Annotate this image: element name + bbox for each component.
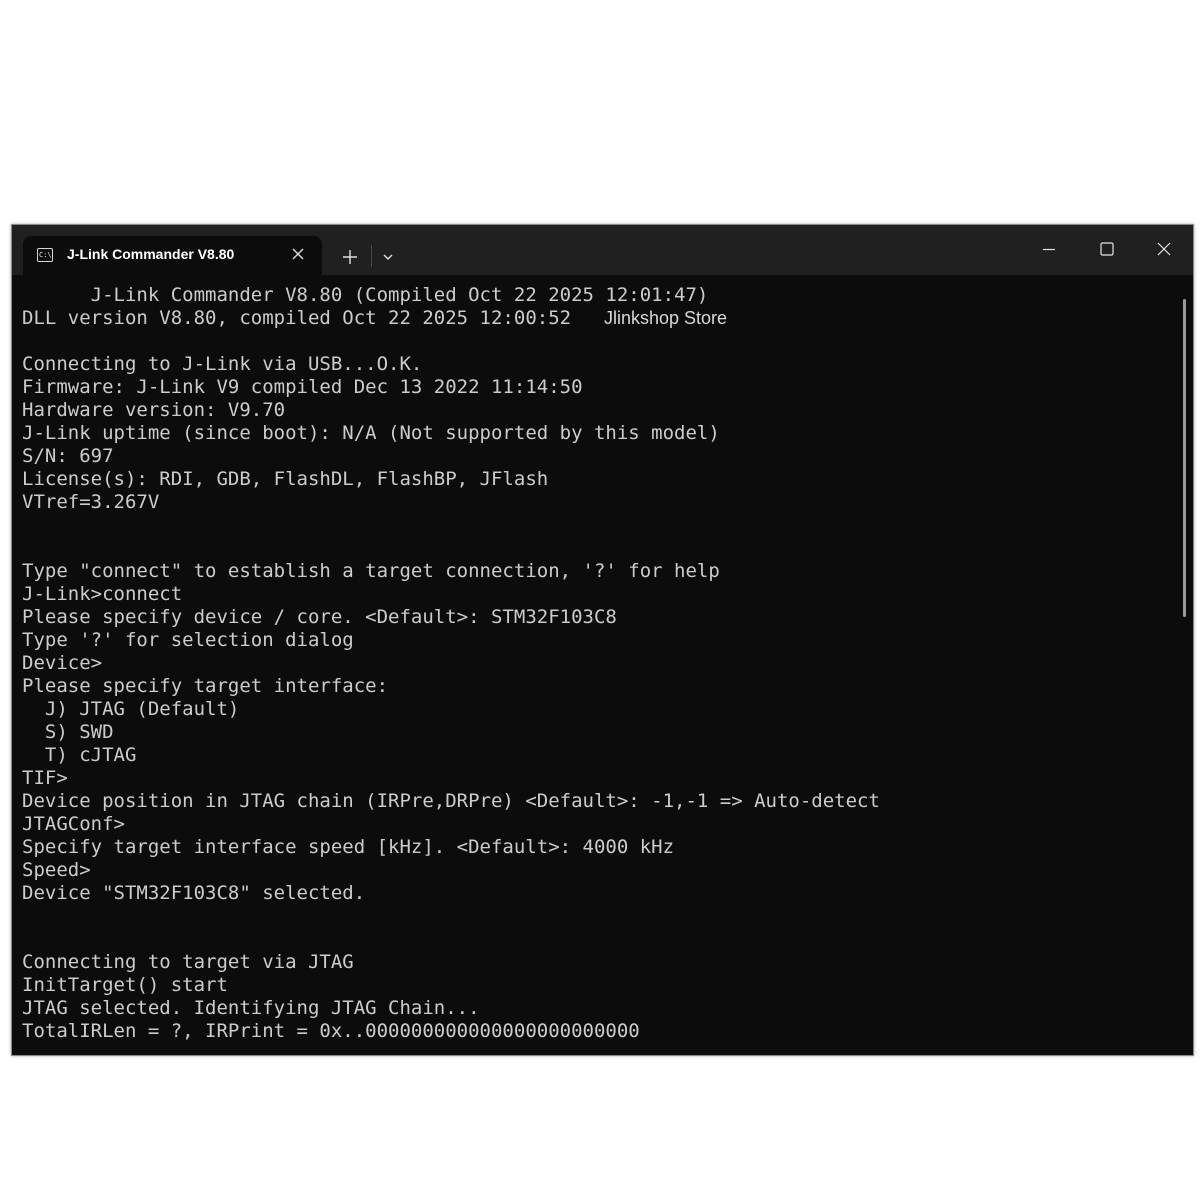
console-line: Firmware: J-Link V9 compiled Dec 13 2022… [22, 376, 583, 398]
console-line: Specify target interface speed [kHz]. <D… [22, 836, 675, 858]
title-bar[interactable]: C:\ J-Link Commander V8.80 [12, 225, 1193, 275]
console-line: J-Link uptime (since boot): N/A (Not sup… [22, 422, 720, 444]
console-line: Device> [22, 652, 103, 674]
console-line: S) SWD [22, 721, 114, 743]
console-line: Please specify target interface: [22, 675, 389, 697]
console-line: J) JTAG (Default) [22, 698, 240, 720]
chevron-down-icon[interactable] [377, 245, 399, 269]
console-line: J-Link Commander V8.80 (Compiled Oct 22 … [22, 284, 709, 306]
console-line: T) cJTAG [22, 744, 137, 766]
maximize-icon [1100, 242, 1114, 256]
console-line: Device "STM32F103C8" selected. [22, 882, 366, 904]
console-line: JTAG selected. Identifying JTAG Chain... [22, 997, 480, 1019]
console-line: VTref=3.267V [22, 491, 160, 513]
console-line: Speed> [22, 859, 91, 881]
console-line: Please specify device / core. <Default>:… [22, 606, 617, 628]
console-line: License(s): RDI, GDB, FlashDL, FlashBP, … [22, 468, 549, 490]
close-window-button[interactable] [1135, 225, 1193, 273]
minimize-icon [1043, 248, 1055, 251]
console-line: Connecting to target via JTAG [22, 951, 354, 973]
console-line: Type '?' for selection dialog [22, 629, 354, 651]
watermark-text: Jlinkshop Store [604, 308, 728, 328]
minimize-button[interactable] [1020, 225, 1078, 273]
console-line: J-Link>connect [22, 583, 183, 605]
console-line: TIF> [22, 767, 68, 789]
new-tab-plus-icon[interactable] [336, 245, 364, 269]
tab-jlink-commander[interactable]: C:\ J-Link Commander V8.80 [23, 236, 322, 275]
tab-title: J-Link Commander V8.80 [67, 246, 235, 262]
console-line: InitTarget() start [22, 974, 228, 996]
close-icon [1157, 242, 1171, 256]
maximize-button[interactable] [1078, 225, 1136, 273]
tab-separator [371, 245, 372, 267]
console-line: TotalIRLen = ?, IRPrint = 0x..0000000000… [22, 1020, 640, 1042]
tab-close-icon[interactable] [287, 243, 309, 265]
console-output[interactable]: J-Link Commander V8.80 (Compiled Oct 22 … [22, 284, 1172, 1054]
console-line: Device position in JTAG chain (IRPre,DRP… [22, 790, 880, 812]
console-line: S/N: 697 [22, 445, 114, 467]
terminal-window: C:\ J-Link Commander V8.80 J-Link Comman… [11, 224, 1194, 1056]
console-line: Hardware version: V9.70 [22, 399, 286, 421]
console-line: DLL version V8.80, compiled Oct 22 2025 … [22, 307, 572, 329]
console-line: JTAGConf> [22, 813, 125, 835]
terminal-icon: C:\ [37, 248, 53, 262]
scrollbar[interactable] [1183, 299, 1186, 617]
console-line: Type "connect" to establish a target con… [22, 560, 720, 582]
console-line: Connecting to J-Link via USB...O.K. [22, 353, 423, 375]
